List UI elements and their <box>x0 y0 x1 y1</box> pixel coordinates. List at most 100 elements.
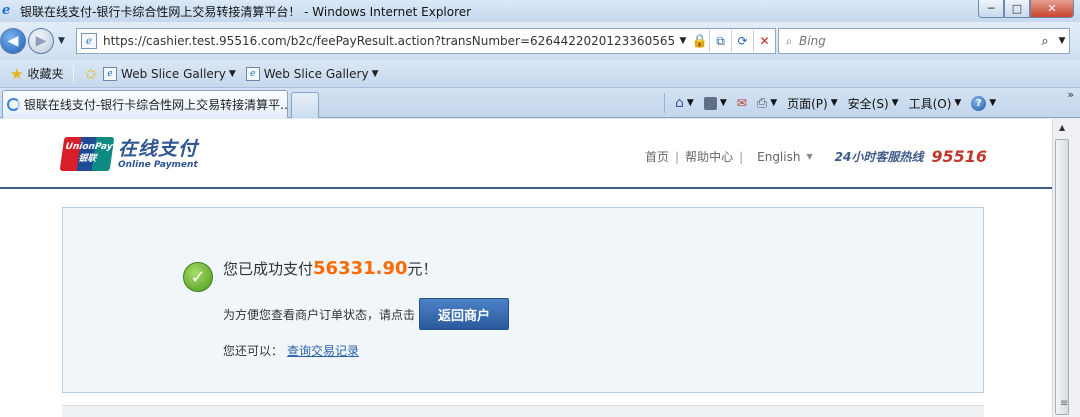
scroll-thumb[interactable]: ≡ <box>1055 139 1069 415</box>
favorites-label: 收藏夹 <box>27 67 64 81</box>
star-icon: ★ <box>10 64 24 83</box>
scroll-up-icon[interactable]: ▲ <box>1059 123 1065 132</box>
window-titlebar: e 银联在线支付-银行卡综合性网上交易转接清算平台！ - Windows Int… <box>0 0 1080 22</box>
favorites-divider <box>73 64 75 83</box>
command-bar: ⌂ ▼ ▼ ✉ ⎙ ▼ 页面(P) ▼ 安全(S) ▼ 工具(O) ▼ ? ▼ <box>662 88 996 118</box>
safety-menu[interactable]: 安全(S) ▼ <box>848 95 899 112</box>
tab-active[interactable]: 银联在线支付-银行卡综合性网上交易转接清算平... <box>2 90 288 118</box>
search-provider-icon: ⌕ <box>785 33 793 48</box>
chevron-down-icon: ▼ <box>228 68 236 79</box>
lock-icon[interactable]: 🔒 <box>691 34 709 49</box>
also-row: 您还可以： 查询交易记录 <box>223 342 359 359</box>
address-toolbar: ◀ ▶ ▼ e https://cashier.test.95516.com/b… <box>0 22 1080 60</box>
print-icon: ⎙ <box>756 95 768 111</box>
web-slice-label: Web Slice Gallery <box>121 66 226 81</box>
chevron-down-icon[interactable]: ▼ <box>806 152 812 161</box>
command-divider <box>664 93 665 113</box>
page-menu[interactable]: 页面(P) ▼ <box>787 95 838 112</box>
nav-separator: | <box>739 149 744 164</box>
mail-button[interactable]: ✉ <box>737 96 747 110</box>
stop-icon[interactable]: ✕ <box>753 30 775 52</box>
logo-text: 在线支付 Online Payment <box>118 138 198 170</box>
compatibility-view-icon[interactable]: ⧉ <box>709 30 731 52</box>
help-icon: ? <box>971 95 987 111</box>
search-input[interactable] <box>799 34 1035 48</box>
page-viewport: UnionPay 银联 在线支付 Online Payment 首页 | 帮助中… <box>0 119 1052 417</box>
favorites-button[interactable]: ★ 收藏夹 <box>10 65 63 83</box>
chevron-down-icon: ▼ <box>989 98 997 108</box>
language-selector[interactable]: English <box>757 150 800 164</box>
chevron-down-icon: ▼ <box>954 98 962 108</box>
chevron-down-icon: ▼ <box>371 68 379 79</box>
url-text[interactable]: https://cashier.test.95516.com/b2c/feePa… <box>103 34 675 48</box>
tools-menu[interactable]: 工具(O) ▼ <box>909 95 962 112</box>
unionpay-badge-icon: UnionPay 银联 <box>59 137 115 171</box>
window-title: 银联在线支付-银行卡综合性网上交易转接清算平台！ - Windows Inter… <box>20 4 472 19</box>
also-label: 您还可以： <box>223 344 284 358</box>
help-button[interactable]: ? ▼ <box>971 95 997 111</box>
loading-icon <box>7 98 20 111</box>
page-menu-label: 页面(P) <box>787 96 828 111</box>
home-icon: ⌂ <box>675 95 684 111</box>
return-hint-row: 为方便您查看商户订单状态，请点击 返回商户 <box>223 298 510 330</box>
favorites-bar: ★ 收藏夹 ✩ e Web Slice Gallery ▼ e Web Slic… <box>0 60 1080 88</box>
payment-result-panel: ✓ 您已成功支付56331.90元！ 为方便您查看商户订单状态，请点击 返回商户… <box>62 207 984 393</box>
tools-menu-label: 工具(O) <box>908 96 952 111</box>
back-button[interactable]: ◀ <box>0 28 26 54</box>
print-button[interactable]: ⎙ ▼ <box>757 96 777 111</box>
return-to-merchant-button[interactable]: 返回商户 <box>419 298 510 330</box>
search-dropdown-icon[interactable]: ▼ <box>1055 36 1069 46</box>
header-nav: 首页 | 帮助中心 | English ▼ 24小时客服热线 95516 <box>645 147 987 166</box>
minimize-button[interactable]: ─ <box>978 0 1004 18</box>
safety-menu-label: 安全(S) <box>847 96 889 111</box>
page-icon: e <box>81 33 97 49</box>
maximize-button[interactable]: □ <box>1004 0 1030 18</box>
chevron-down-icon: ▼ <box>830 98 838 108</box>
return-hint-text: 为方便您查看商户订单状态，请点击 <box>223 307 416 322</box>
web-slice-label: Web Slice Gallery <box>263 66 369 81</box>
close-button[interactable]: ✕ <box>1030 0 1074 18</box>
history-dropdown-icon[interactable]: ▼ <box>58 36 65 46</box>
success-check-icon: ✓ <box>183 262 213 292</box>
footer-strip <box>62 405 984 417</box>
logo-subtitle: Online Payment <box>118 160 198 170</box>
vertical-scrollbar[interactable]: ▲ ≡ <box>1052 119 1080 417</box>
search-box[interactable]: ⌕ ⌕ ▼ <box>778 28 1070 54</box>
chevron-down-icon: ▼ <box>719 98 727 108</box>
query-transactions-link[interactable]: 查询交易记录 <box>287 344 359 358</box>
url-dropdown-icon[interactable]: ▼ <box>675 36 691 46</box>
ie-logo-icon: e <box>2 3 11 18</box>
feeds-button[interactable]: ▼ <box>703 96 727 110</box>
chevron-down-icon: ▼ <box>770 98 778 108</box>
window-controls: ─ □ ✕ <box>978 0 1074 18</box>
add-favorite-icon: ✩ <box>84 64 98 83</box>
chevron-down-icon: ▼ <box>891 98 899 108</box>
web-slice-gallery-link-2[interactable]: e Web Slice Gallery ▼ <box>245 66 379 81</box>
success-message: 您已成功支付56331.90元！ <box>223 258 438 279</box>
logo-title: 在线支付 <box>118 138 199 160</box>
nav-home-link[interactable]: 首页 <box>645 148 669 165</box>
search-icon[interactable]: ⌕ <box>1035 34 1055 49</box>
home-button[interactable]: ⌂ ▼ <box>675 95 694 111</box>
overflow-chevron[interactable]: » <box>1067 88 1074 101</box>
feed-icon <box>703 96 717 110</box>
address-field[interactable]: e https://cashier.test.95516.com/b2c/fee… <box>76 28 776 54</box>
nav-separator: | <box>675 149 680 164</box>
web-slice-gallery-link-1[interactable]: e Web Slice Gallery ▼ <box>103 66 236 81</box>
tab-label: 银联在线支付-银行卡综合性网上交易转接清算平... <box>23 98 287 112</box>
web-slice-icon: e <box>245 66 260 81</box>
nav-help-link[interactable]: 帮助中心 <box>685 148 733 165</box>
site-header: UnionPay 银联 在线支付 Online Payment 首页 | 帮助中… <box>0 119 1052 189</box>
add-favorite-button[interactable]: ✩ <box>84 65 101 83</box>
unionpay-logo[interactable]: UnionPay 银联 在线支付 Online Payment <box>59 137 198 171</box>
chevron-down-icon: ▼ <box>686 98 694 108</box>
tab-bar: 银联在线支付-银行卡综合性网上交易转接清算平... ⌂ ▼ ▼ ✉ ⎙ ▼ 页面(P… <box>0 88 1080 118</box>
refresh-icon[interactable]: ⟳ <box>731 30 753 52</box>
web-slice-icon: e <box>103 66 118 81</box>
mail-icon: ✉ <box>736 96 747 110</box>
hotline-label: 24小时客服热线 <box>834 150 924 164</box>
forward-button[interactable]: ▶ <box>28 28 54 54</box>
new-tab-button[interactable] <box>291 92 319 118</box>
message-prefix: 您已成功支付 <box>223 260 314 278</box>
payment-amount: 56331.90 <box>313 258 408 279</box>
